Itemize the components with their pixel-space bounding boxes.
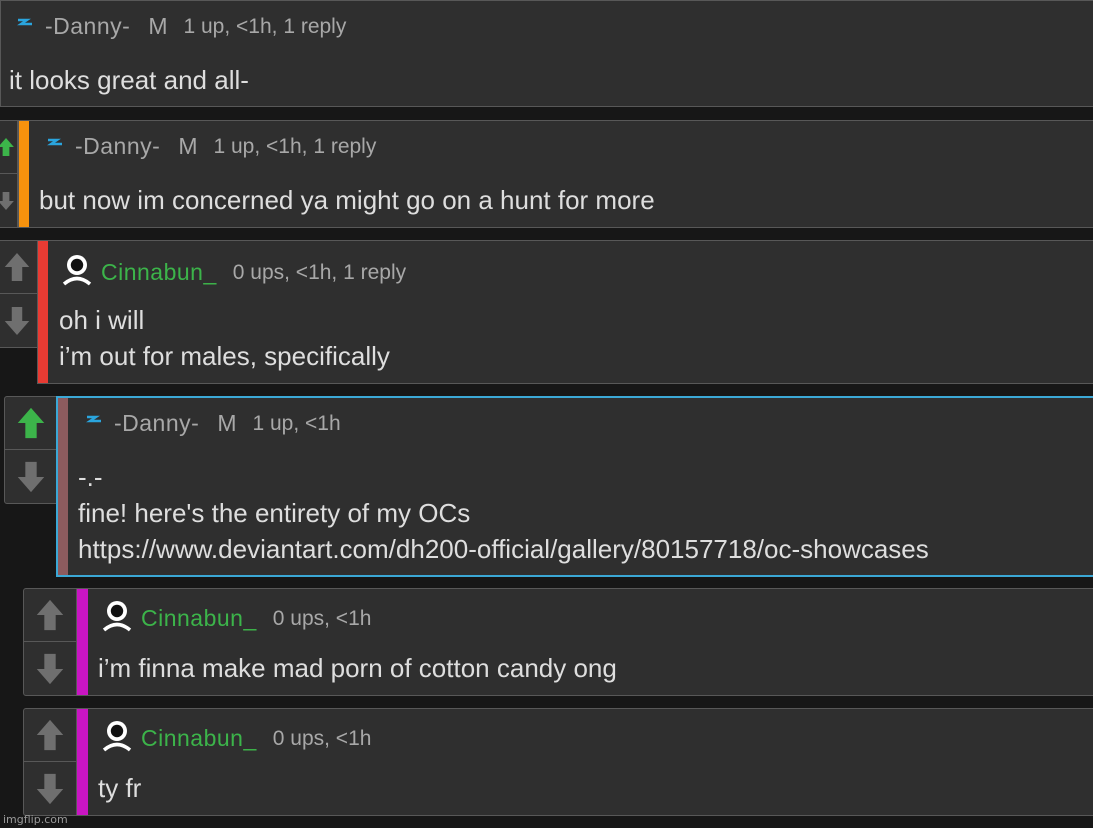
comment-body: oh i will i’m out for males, specificall… <box>59 302 390 374</box>
vote-box <box>0 240 38 348</box>
gender-label: M <box>178 133 198 159</box>
comment: Cinnabun_ 0 ups, <1h ty fr <box>76 708 1093 816</box>
vote-box <box>0 120 18 228</box>
user-icon[interactable] <box>101 719 133 758</box>
lightning-bolt-icon[interactable] <box>43 136 67 157</box>
comment-link[interactable]: https://www.deviantart.com/dh200-officia… <box>78 531 929 567</box>
comment-text-line: fine! here's the entirety of my OCs <box>78 498 471 528</box>
thread-indicator <box>77 709 88 815</box>
upvote-button[interactable] <box>0 121 17 174</box>
comment-thread: -Danny- M 1 up, <1h, 1 reply it looks gr… <box>0 0 1093 828</box>
username-link[interactable]: -Danny- <box>45 13 130 40</box>
comment-meta: 0 ups, <1h, 1 reply <box>232 260 407 284</box>
downvote-button[interactable] <box>5 450 57 503</box>
comment-header: Cinnabun_ 0 ups, <1h <box>101 599 371 638</box>
comment-text-line: but now im concerned ya might go on a hu… <box>39 185 655 215</box>
gender-label: M <box>148 13 168 39</box>
comment-meta: 1 up, <1h <box>252 411 341 435</box>
thread-indicator <box>19 121 29 227</box>
upvote-button[interactable] <box>24 589 76 642</box>
comment: Cinnabun_ 0 ups, <1h, 1 reply oh i will … <box>37 240 1093 384</box>
comment-body: but now im concerned ya might go on a hu… <box>39 182 655 218</box>
comment-highlighted: -Danny- M 1 up, <1h -.- fine! here's the… <box>56 396 1093 577</box>
comment-body: ty fr <box>98 770 141 806</box>
comment-header: -Danny- M 1 up, <1h <box>82 410 341 437</box>
username-link[interactable]: -Danny- <box>75 133 160 160</box>
comment-text-line: ty fr <box>98 773 142 803</box>
comment-header: Cinnabun_ 0 ups, <1h <box>101 719 371 758</box>
vote-box <box>23 588 77 696</box>
username-link[interactable]: -Danny- <box>114 410 199 437</box>
thread-indicator <box>77 589 88 695</box>
comment-body: -.- fine! here's the entirety of my OCs … <box>78 459 929 567</box>
comment-meta: 0 ups, <1h <box>272 606 372 630</box>
user-icon[interactable] <box>61 253 93 292</box>
comment-header: -Danny- M 1 up, <1h, 1 reply <box>43 133 376 160</box>
comment-header: Cinnabun_ 0 ups, <1h, 1 reply <box>61 253 406 292</box>
vote-box <box>23 708 77 816</box>
gender-label: M <box>217 410 237 436</box>
comment: -Danny- M 1 up, <1h, 1 reply but now im … <box>18 120 1093 228</box>
comment-header: -Danny- M 1 up, <1h, 1 reply <box>13 13 346 40</box>
username-link[interactable]: Cinnabun_ <box>101 259 217 286</box>
downvote-button[interactable] <box>0 294 37 347</box>
comment-text-line: oh i will <box>59 305 145 335</box>
downvote-button[interactable] <box>24 762 76 815</box>
upvote-button[interactable] <box>24 709 76 762</box>
user-icon[interactable] <box>101 599 133 638</box>
username-link[interactable]: Cinnabun_ <box>141 725 257 752</box>
watermark: imgflip.com <box>3 813 68 826</box>
upvote-button[interactable] <box>0 241 37 294</box>
comment-meta: 0 ups, <1h <box>272 726 372 750</box>
vote-box <box>4 396 58 504</box>
thread-indicator <box>38 241 48 383</box>
upvote-button[interactable] <box>5 397 57 450</box>
comment-text-line: it looks great and all- <box>9 65 249 95</box>
comment-meta: 1 up, <1h, 1 reply <box>213 134 377 158</box>
lightning-bolt-icon[interactable] <box>13 16 37 37</box>
comment-body: it looks great and all- <box>9 62 249 98</box>
thread-indicator <box>58 398 68 575</box>
lightning-bolt-icon[interactable] <box>82 413 106 434</box>
downvote-button[interactable] <box>24 642 76 695</box>
comment-text-line: i’m out for males, specifically <box>59 341 390 371</box>
comment: Cinnabun_ 0 ups, <1h i’m finna make mad … <box>76 588 1093 696</box>
downvote-button[interactable] <box>0 174 17 227</box>
comment-body: i’m finna make mad porn of cotton candy … <box>98 650 617 686</box>
comment: -Danny- M 1 up, <1h, 1 reply it looks gr… <box>0 0 1093 107</box>
username-link[interactable]: Cinnabun_ <box>141 605 257 632</box>
comment-meta: 1 up, <1h, 1 reply <box>183 14 347 38</box>
comment-text-line: -.- <box>78 462 103 492</box>
comment-text-line: i’m finna make mad porn of cotton candy … <box>98 653 617 683</box>
